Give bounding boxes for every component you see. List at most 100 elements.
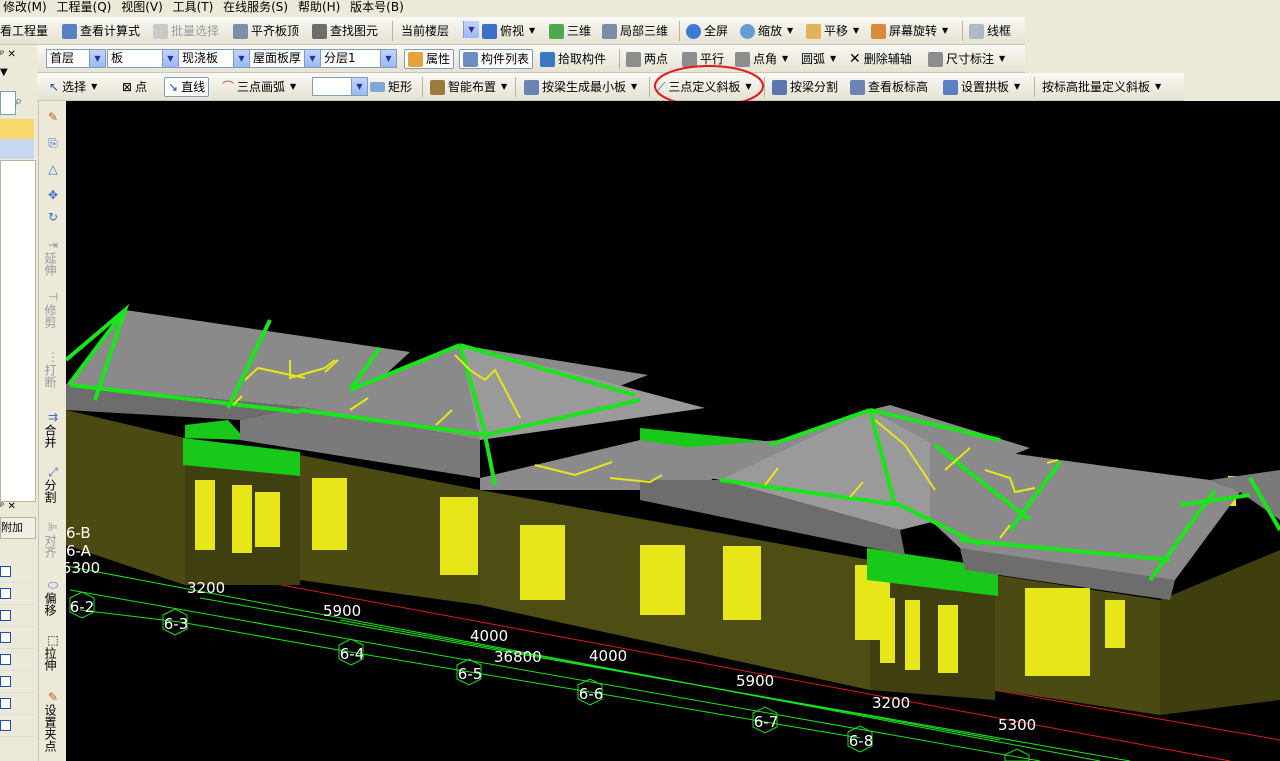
3d-button[interactable]: 三维: [549, 21, 591, 41]
batch-select-button[interactable]: 批量选择: [153, 21, 219, 41]
elevation-batch-slope-button[interactable]: 按标高批量定义斜板 ▼: [1042, 77, 1161, 97]
merge-button[interactable]: ⇉ 合并: [43, 411, 63, 449]
grip-icon: ✎: [47, 690, 59, 704]
separator: [392, 21, 393, 41]
menu-help[interactable]: 帮助(H): [295, 0, 343, 15]
pan-button[interactable]: 平移 ▼: [806, 21, 859, 41]
search-icon[interactable]: ⌕: [15, 94, 22, 109]
dim-label: 3200: [187, 579, 225, 597]
floor-select[interactable]: 首层 ▼: [46, 49, 106, 68]
rotate-icon[interactable]: ↻: [43, 211, 63, 224]
axis-label-6-8: 6-8: [849, 732, 874, 750]
zoom-icon: [740, 23, 755, 39]
smart-layout-button[interactable]: 智能布置 ▼: [430, 77, 507, 97]
beam-min-slab-button[interactable]: 按梁生成最小板 ▼: [524, 77, 637, 97]
dropdown-arrow-icon: ▼: [631, 82, 638, 91]
checkbox[interactable]: [0, 654, 11, 665]
properties-button[interactable]: 属性: [404, 49, 455, 69]
trim-button[interactable]: ⊣ 修剪: [43, 291, 63, 329]
search-input[interactable]: [0, 91, 16, 115]
separator: [679, 21, 680, 41]
break-button[interactable]: ⋮ 打断: [43, 351, 63, 389]
set-grip-button[interactable]: ✎ 设置夹点: [43, 690, 63, 753]
copy-icon[interactable]: ⎘: [43, 137, 63, 150]
stretch-button[interactable]: ⬚ 拉伸: [43, 633, 63, 672]
checkbox[interactable]: [0, 610, 11, 621]
checkbox[interactable]: [0, 632, 11, 643]
3d-viewport[interactable]: 6-2 6-3 6-4 6-5 6-6 6-7 6-8 6-B 6-A 5300…: [66, 101, 1280, 761]
separator: [422, 77, 423, 97]
dim-label: 36800: [494, 648, 542, 666]
pick-component-button[interactable]: 拾取构件: [540, 49, 606, 69]
offset-button[interactable]: ⬭ 偏移: [43, 579, 63, 617]
three-point-arc-button[interactable]: ⌒ 三点画弧 ▼: [222, 77, 296, 97]
local-3d-button[interactable]: 局部三维: [602, 21, 668, 41]
point-button[interactable]: ⊠ 点: [122, 77, 147, 97]
category-select[interactable]: 板 ▼: [107, 49, 179, 68]
panel-pin[interactable]: ᵖ ✕: [0, 49, 37, 63]
panel-pin[interactable]: ᵖ ✕: [0, 501, 37, 515]
find-element-button[interactable]: 查找图元: [312, 21, 378, 41]
view-formula-button[interactable]: 查看计算式: [62, 21, 140, 41]
dropdown-arrow-icon: ▼: [501, 82, 508, 91]
menu-edit[interactable]: 修改(M): [0, 0, 50, 15]
zoom-button[interactable]: 缩放 ▼: [740, 21, 793, 41]
binoculars-icon: [312, 23, 327, 39]
formula-icon: [62, 23, 77, 39]
align-top-button[interactable]: 平齐板顶: [233, 21, 299, 41]
chevron-down-icon: ▼: [233, 50, 249, 67]
chevron-down-icon: ▼: [89, 50, 105, 67]
batch-select-icon: [153, 23, 168, 39]
arc-button[interactable]: 圆弧 ▼: [801, 49, 836, 69]
rectangle-icon: [370, 82, 385, 92]
view-slab-height-button[interactable]: 查看板标高: [850, 77, 928, 97]
arc-mode-select[interactable]: ▼: [312, 77, 368, 96]
menu-bar: 修改(M) 工程量(Q) 视图(V) 工具(T) 在线服务(S) 帮助(H) 版…: [0, 0, 440, 17]
dropdown-arrow-icon: ▼: [787, 26, 794, 35]
align-button[interactable]: ⊫ 对齐: [43, 521, 63, 559]
floor-dropdown[interactable]: ▼: [462, 21, 479, 40]
rectangle-button[interactable]: 矩形: [370, 77, 412, 97]
wireframe-button[interactable]: 线框: [969, 21, 1011, 41]
tree-item[interactable]: [0, 139, 34, 159]
tree-item-selected[interactable]: [0, 119, 34, 139]
dimension-button[interactable]: 尺寸标注 ▼: [928, 49, 1005, 69]
set-arch-button[interactable]: 设置拱板 ▼: [943, 77, 1020, 97]
dropdown-arrow-icon: ▼: [782, 54, 789, 63]
select-button[interactable]: ↖ 选择 ▼: [49, 77, 97, 97]
menu-version[interactable]: 版本号(B): [347, 0, 407, 15]
menu-tools[interactable]: 工具(T): [170, 0, 217, 15]
dim-label: 3200: [872, 694, 910, 712]
checkbox-column: [0, 561, 34, 737]
fullscreen-button[interactable]: 全屏: [686, 21, 728, 41]
brush-icon[interactable]: ✎: [43, 111, 63, 124]
current-floor-button[interactable]: 当前楼层: [401, 21, 449, 41]
split-button[interactable]: ⤢ 分割: [43, 466, 63, 504]
beam-split-button[interactable]: 按梁分割: [772, 77, 838, 97]
checkbox[interactable]: [0, 676, 11, 687]
top-view-button[interactable]: 俯视 ▼: [482, 21, 535, 41]
rotate-screen-button[interactable]: 屏幕旋转 ▼: [871, 21, 948, 41]
dropdown-arrow-icon: ▼: [942, 26, 949, 35]
mirror-icon[interactable]: △: [43, 163, 63, 176]
menu-quantity[interactable]: 工程量(Q): [54, 0, 115, 15]
checkbox[interactable]: [0, 698, 11, 709]
list-icon: [463, 51, 478, 67]
menu-view[interactable]: 视图(V): [118, 0, 166, 15]
checkbox[interactable]: [0, 566, 11, 577]
component-list-button[interactable]: 构件列表: [459, 49, 534, 69]
3d-model-svg: 6-2 6-3 6-4 6-5 6-6 6-7 6-8 6-B 6-A 5300…: [66, 303, 1280, 761]
stretch-icon: ⬚: [47, 633, 59, 647]
menu-online[interactable]: 在线服务(S): [220, 0, 291, 15]
toolbar-draw: ↖ 选择 ▼ ⊠ 点 ↘ 直线 ⌒ 三点画弧 ▼ ▼ 矩形 智能布置 ▼ 按梁生成最小板 ▼ ⟋…: [37, 73, 1184, 101]
checkbox[interactable]: [0, 720, 11, 731]
line-button[interactable]: ↘ 直线: [164, 77, 210, 97]
move-icon[interactable]: ✥: [43, 189, 63, 202]
checkbox[interactable]: [0, 588, 11, 599]
type-select[interactable]: 现浇板 ▼: [178, 49, 250, 68]
extend-button[interactable]: ⇥ 延伸: [43, 239, 63, 277]
delete-aux-axis-button[interactable]: ✕ 删除辅轴: [849, 49, 912, 69]
thickness-select[interactable]: 屋面板厚 ▼: [249, 49, 321, 68]
view-quantity-button[interactable]: 看工程量: [0, 21, 48, 41]
layer-select[interactable]: 分层1 ▼: [320, 49, 397, 68]
